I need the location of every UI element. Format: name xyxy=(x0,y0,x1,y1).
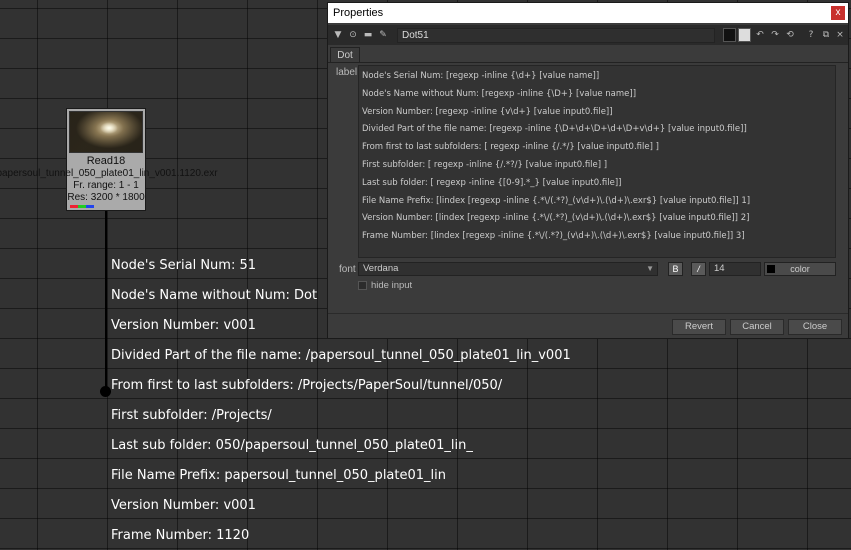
dot-label-line: First subfolder: /Projects/ xyxy=(111,408,272,423)
font-size-field[interactable]: 14 xyxy=(709,262,761,276)
label-text-line: Version Number: [lindex [regexp -inline … xyxy=(362,213,750,224)
color-button[interactable]: color xyxy=(764,262,836,276)
properties-titlebar[interactable]: Properties x xyxy=(328,3,848,23)
revert-button[interactable]: Revert xyxy=(672,319,726,335)
read-node-title: Read18 xyxy=(86,155,126,167)
label-field-label: label xyxy=(336,67,358,78)
undo-icon[interactable]: ↶ xyxy=(753,28,767,42)
read-node[interactable]: Read18 papersoul_tunnel_050_plate01_lin_… xyxy=(0,108,218,211)
italic-button[interactable]: / xyxy=(691,262,706,276)
revert-knobs-icon[interactable]: ⟲ xyxy=(783,28,797,42)
dropdown-arrow-icon: ▼ xyxy=(646,264,654,273)
float-panel-icon[interactable]: ⧉ xyxy=(819,28,833,42)
properties-title: Properties xyxy=(333,7,384,19)
read-node-frame-range: Fr. range: 1 - 1 xyxy=(73,180,139,191)
label-text-line: From first to last subfolders: [ regexp … xyxy=(362,142,659,153)
help-icon[interactable]: ? xyxy=(804,28,818,42)
pin-icon[interactable]: ✎ xyxy=(376,28,390,42)
color-swatch xyxy=(767,265,775,273)
cancel-button[interactable]: Cancel xyxy=(730,319,784,335)
font-select-value: Verdana xyxy=(363,263,399,274)
footer-divider xyxy=(328,313,848,314)
dot-label-line: From first to last subfolders: /Projects… xyxy=(111,378,503,393)
tab-dot[interactable]: Dot xyxy=(330,47,360,63)
hide-input-label: hide input xyxy=(371,280,413,291)
label-text-line: Last sub folder: [ regexp -inline {[0-9]… xyxy=(362,177,622,188)
label-textarea[interactable]: Node's Serial Num: [regexp -inline {\d+}… xyxy=(358,65,836,258)
dot-node[interactable] xyxy=(100,386,111,397)
font-field-label: font xyxy=(339,264,356,275)
label-text-line: Node's Serial Num: [regexp -inline {\d+}… xyxy=(362,71,600,81)
label-text-line: Node's Name without Num: [regexp -inline… xyxy=(362,88,637,99)
close-button[interactable]: Close xyxy=(788,319,842,335)
dot-label-line: Divided Part of the file name: /papersou… xyxy=(111,348,571,363)
redo-icon[interactable]: ↷ xyxy=(768,28,782,42)
label-text-line: First subfolder: [ regexp -inline {/.*?/… xyxy=(362,159,608,170)
node-connection-pipe[interactable] xyxy=(105,211,107,389)
center-node-icon[interactable]: ⊙ xyxy=(346,28,360,42)
label-text-line: Divided Part of the file name: [regexp -… xyxy=(362,124,747,135)
dot-label-line: Last sub folder: 050/papersoul_tunnel_05… xyxy=(111,438,473,453)
properties-toolbar: ▼ ⊙ ▬ ✎ Dot51 ↶ ↷ ⟲ ? ⧉ × xyxy=(328,25,848,45)
collapse-arrow-icon[interactable]: ▼ xyxy=(331,28,345,42)
viewer-icon[interactable]: ▬ xyxy=(361,28,375,42)
tab-strip-divider xyxy=(328,62,848,63)
gl-color-swatch[interactable] xyxy=(738,28,751,42)
dot-label-line: Version Number: v001 xyxy=(111,498,256,513)
window-close-icon[interactable]: x xyxy=(831,6,845,20)
bold-button[interactable]: B xyxy=(668,262,683,276)
read-node-channels-bar xyxy=(70,205,94,208)
node-name-field[interactable]: Dot51 xyxy=(397,28,715,43)
font-select[interactable]: Verdana ▼ xyxy=(358,262,658,276)
panel-close-icon[interactable]: × xyxy=(833,28,847,42)
read-node-file: papersoul_tunnel_050_plate01_lin_v001.11… xyxy=(0,168,218,179)
dot-label-line: File Name Prefix: papersoul_tunnel_050_p… xyxy=(111,468,446,483)
read-node-thumbnail xyxy=(69,111,143,153)
hide-input-checkbox[interactable] xyxy=(358,281,367,290)
read-node-resolution: Res: 3200 * 1800 xyxy=(67,192,145,203)
tile-color-swatch[interactable] xyxy=(723,28,736,42)
label-text-line: Frame Number: [lindex [regexp -inline {.… xyxy=(362,231,745,242)
properties-window: Properties x ▼ ⊙ ▬ ✎ Dot51 ↶ ↷ ⟲ ? ⧉ × D… xyxy=(327,2,849,339)
dot-label-line: Frame Number: 1120 xyxy=(111,528,250,543)
color-button-label: color xyxy=(790,264,810,274)
label-text-line: Version Number: [regexp -inline {v\d+} [… xyxy=(362,106,613,117)
label-text-line: File Name Prefix: [lindex [regexp -inlin… xyxy=(362,195,751,206)
